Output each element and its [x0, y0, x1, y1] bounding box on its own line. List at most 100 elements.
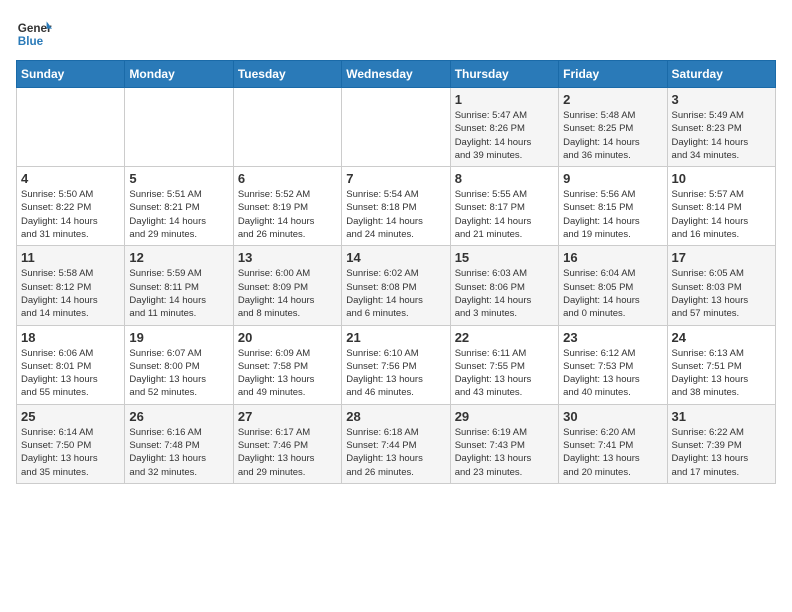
day-info: Sunrise: 5:58 AM Sunset: 8:12 PM Dayligh… — [21, 267, 120, 320]
day-number: 18 — [21, 330, 120, 345]
calendar-cell: 2 Sunrise: 5:48 AM Sunset: 8:25 PM Daylig… — [559, 88, 667, 167]
week-row-3: 11Sunrise: 5:58 AM Sunset: 8:12 PM Dayli… — [17, 246, 776, 325]
calendar-cell: 7 Sunrise: 5:54 AM Sunset: 8:18 PM Daylig… — [342, 167, 450, 246]
weekday-header-friday: Friday — [559, 61, 667, 88]
calendar-cell: 17 Sunrise: 6:05 AM Sunset: 8:03 PM Dayli… — [667, 246, 775, 325]
calendar-cell: 8 Sunrise: 5:55 AM Sunset: 8:17 PM Daylig… — [450, 167, 558, 246]
day-number: 22 — [455, 330, 554, 345]
day-number: 24 — [672, 330, 771, 345]
weekday-header-monday: Monday — [125, 61, 233, 88]
calendar-cell: 26 Sunrise: 6:16 AM Sunset: 7:48 PM Dayli… — [125, 404, 233, 483]
svg-text:Blue: Blue — [18, 35, 44, 48]
calendar-cell — [342, 88, 450, 167]
day-info: Sunrise: 5:52 AM Sunset: 8:19 PM Dayligh… — [238, 188, 337, 241]
day-number: 23 — [563, 330, 662, 345]
day-number: 31 — [672, 409, 771, 424]
week-row-4: 18Sunrise: 6:06 AM Sunset: 8:01 PM Dayli… — [17, 325, 776, 404]
day-number: 14 — [346, 250, 445, 265]
calendar-cell: 16 Sunrise: 6:04 AM Sunset: 8:05 PM Dayli… — [559, 246, 667, 325]
day-number: 6 — [238, 171, 337, 186]
day-number: 5 — [129, 171, 228, 186]
calendar-cell — [233, 88, 341, 167]
day-info: Sunrise: 5:54 AM Sunset: 8:18 PM Dayligh… — [346, 188, 445, 241]
day-number: 25 — [21, 409, 120, 424]
calendar-cell — [17, 88, 125, 167]
day-number: 17 — [672, 250, 771, 265]
day-info: Sunrise: 6:11 AM Sunset: 7:55 PM Dayligh… — [455, 347, 554, 400]
calendar-cell: 14Sunrise: 6:02 AM Sunset: 8:08 PM Dayli… — [342, 246, 450, 325]
calendar-cell: 22 Sunrise: 6:11 AM Sunset: 7:55 PM Dayli… — [450, 325, 558, 404]
calendar-cell: 20Sunrise: 6:09 AM Sunset: 7:58 PM Dayli… — [233, 325, 341, 404]
day-number: 12 — [129, 250, 228, 265]
day-number: 3 — [672, 92, 771, 107]
day-number: 7 — [346, 171, 445, 186]
calendar-cell: 24 Sunrise: 6:13 AM Sunset: 7:51 PM Dayli… — [667, 325, 775, 404]
day-number: 21 — [346, 330, 445, 345]
day-info: Sunrise: 6:14 AM Sunset: 7:50 PM Dayligh… — [21, 426, 120, 479]
calendar-cell: 13Sunrise: 6:00 AM Sunset: 8:09 PM Dayli… — [233, 246, 341, 325]
day-info: Sunrise: 6:04 AM Sunset: 8:05 PM Dayligh… — [563, 267, 662, 320]
day-number: 9 — [563, 171, 662, 186]
day-info: Sunrise: 6:10 AM Sunset: 7:56 PM Dayligh… — [346, 347, 445, 400]
header: General Blue — [16, 16, 776, 52]
day-number: 26 — [129, 409, 228, 424]
day-info: Sunrise: 6:16 AM Sunset: 7:48 PM Dayligh… — [129, 426, 228, 479]
day-number: 30 — [563, 409, 662, 424]
day-number: 29 — [455, 409, 554, 424]
calendar-cell: 28 Sunrise: 6:18 AM Sunset: 7:44 PM Dayli… — [342, 404, 450, 483]
weekday-header-sunday: Sunday — [17, 61, 125, 88]
calendar-cell: 9 Sunrise: 5:56 AM Sunset: 8:15 PM Daylig… — [559, 167, 667, 246]
calendar-cell: 12 Sunrise: 5:59 AM Sunset: 8:11 PM Dayli… — [125, 246, 233, 325]
day-info: Sunrise: 6:09 AM Sunset: 7:58 PM Dayligh… — [238, 347, 337, 400]
weekday-header-saturday: Saturday — [667, 61, 775, 88]
weekday-header-wednesday: Wednesday — [342, 61, 450, 88]
calendar-cell: 15Sunrise: 6:03 AM Sunset: 8:06 PM Dayli… — [450, 246, 558, 325]
calendar-cell: 19 Sunrise: 6:07 AM Sunset: 8:00 PM Dayli… — [125, 325, 233, 404]
day-number: 8 — [455, 171, 554, 186]
day-number: 27 — [238, 409, 337, 424]
day-info: Sunrise: 6:22 AM Sunset: 7:39 PM Dayligh… — [672, 426, 771, 479]
calendar-cell: 21 Sunrise: 6:10 AM Sunset: 7:56 PM Dayli… — [342, 325, 450, 404]
calendar-cell: 23 Sunrise: 6:12 AM Sunset: 7:53 PM Dayli… — [559, 325, 667, 404]
calendar-cell — [125, 88, 233, 167]
day-info: Sunrise: 5:48 AM Sunset: 8:25 PM Dayligh… — [563, 109, 662, 162]
day-info: Sunrise: 5:56 AM Sunset: 8:15 PM Dayligh… — [563, 188, 662, 241]
weekday-header-thursday: Thursday — [450, 61, 558, 88]
calendar-cell: 11Sunrise: 5:58 AM Sunset: 8:12 PM Dayli… — [17, 246, 125, 325]
day-number: 13 — [238, 250, 337, 265]
calendar-cell: 3Sunrise: 5:49 AM Sunset: 8:23 PM Daylig… — [667, 88, 775, 167]
week-row-5: 25 Sunrise: 6:14 AM Sunset: 7:50 PM Dayli… — [17, 404, 776, 483]
day-info: Sunrise: 5:55 AM Sunset: 8:17 PM Dayligh… — [455, 188, 554, 241]
calendar-cell: 30 Sunrise: 6:20 AM Sunset: 7:41 PM Dayli… — [559, 404, 667, 483]
day-info: Sunrise: 6:05 AM Sunset: 8:03 PM Dayligh… — [672, 267, 771, 320]
calendar-cell: 5 Sunrise: 5:51 AM Sunset: 8:21 PM Daylig… — [125, 167, 233, 246]
day-info: Sunrise: 6:12 AM Sunset: 7:53 PM Dayligh… — [563, 347, 662, 400]
day-number: 28 — [346, 409, 445, 424]
day-info: Sunrise: 5:47 AM Sunset: 8:26 PM Dayligh… — [455, 109, 554, 162]
day-info: Sunrise: 6:07 AM Sunset: 8:00 PM Dayligh… — [129, 347, 228, 400]
day-number: 2 — [563, 92, 662, 107]
day-number: 4 — [21, 171, 120, 186]
calendar-cell: 25 Sunrise: 6:14 AM Sunset: 7:50 PM Dayli… — [17, 404, 125, 483]
day-info: Sunrise: 6:13 AM Sunset: 7:51 PM Dayligh… — [672, 347, 771, 400]
logo: General Blue — [16, 16, 52, 52]
day-number: 15 — [455, 250, 554, 265]
day-number: 19 — [129, 330, 228, 345]
day-info: Sunrise: 6:18 AM Sunset: 7:44 PM Dayligh… — [346, 426, 445, 479]
calendar-cell: 31 Sunrise: 6:22 AM Sunset: 7:39 PM Dayli… — [667, 404, 775, 483]
logo-icon: General Blue — [16, 16, 52, 52]
week-row-2: 4 Sunrise: 5:50 AM Sunset: 8:22 PM Daylig… — [17, 167, 776, 246]
weekday-header-row: SundayMondayTuesdayWednesdayThursdayFrid… — [17, 61, 776, 88]
day-info: Sunrise: 6:20 AM Sunset: 7:41 PM Dayligh… — [563, 426, 662, 479]
day-info: Sunrise: 6:19 AM Sunset: 7:43 PM Dayligh… — [455, 426, 554, 479]
calendar-cell: 6 Sunrise: 5:52 AM Sunset: 8:19 PM Daylig… — [233, 167, 341, 246]
day-info: Sunrise: 5:59 AM Sunset: 8:11 PM Dayligh… — [129, 267, 228, 320]
day-number: 16 — [563, 250, 662, 265]
day-number: 1 — [455, 92, 554, 107]
day-info: Sunrise: 5:51 AM Sunset: 8:21 PM Dayligh… — [129, 188, 228, 241]
calendar-cell: 29 Sunrise: 6:19 AM Sunset: 7:43 PM Dayli… — [450, 404, 558, 483]
calendar-cell: 4 Sunrise: 5:50 AM Sunset: 8:22 PM Daylig… — [17, 167, 125, 246]
calendar-cell: 18Sunrise: 6:06 AM Sunset: 8:01 PM Dayli… — [17, 325, 125, 404]
day-info: Sunrise: 5:50 AM Sunset: 8:22 PM Dayligh… — [21, 188, 120, 241]
day-number: 10 — [672, 171, 771, 186]
